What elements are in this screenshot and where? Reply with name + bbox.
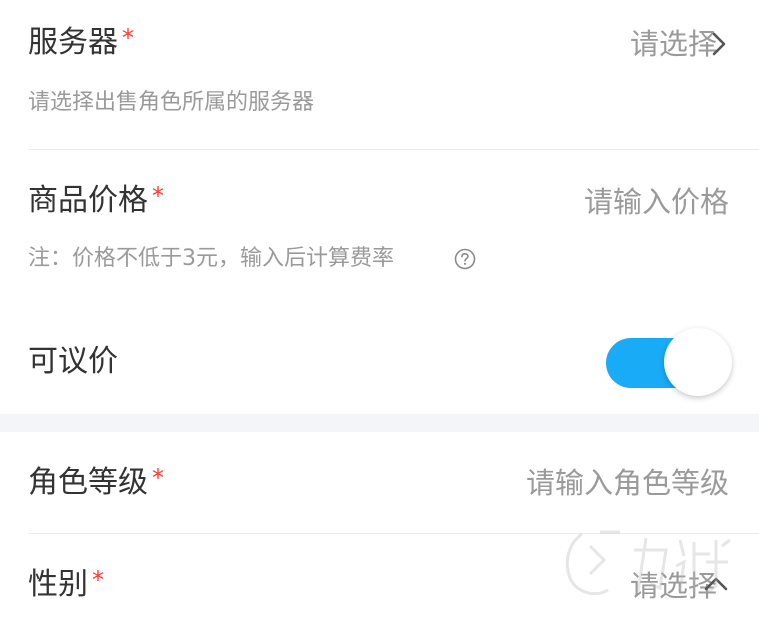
required-mark: * — [152, 182, 164, 210]
negotiable-label: 可议价 — [28, 344, 118, 379]
required-mark: * — [92, 566, 104, 594]
watermark-logo — [565, 530, 731, 595]
price-label: 商品价格 * — [28, 183, 164, 218]
negotiable-row: 可议价 — [0, 310, 759, 414]
level-label: 角色等级 * — [28, 465, 164, 500]
server-row[interactable]: 服务器 * 请选择 请选择出售角色所属的服务器 — [0, 0, 759, 150]
required-mark: * — [152, 464, 164, 492]
level-row[interactable]: 角色等级 * 请输入角色等级 — [0, 432, 759, 534]
server-label-text: 服务器 — [28, 25, 118, 60]
server-select-value[interactable]: 请选择 — [630, 30, 717, 59]
required-mark: * — [122, 24, 134, 52]
price-hint: 注：价格不低于3元，输入后计算费率 — [28, 246, 394, 271]
server-label: 服务器 * — [28, 25, 134, 60]
level-label-text: 角色等级 — [28, 465, 148, 500]
price-row[interactable]: 商品价格 * 请输入价格 注：价格不低于3元，输入后计算费率 — [0, 150, 759, 310]
chevron-right-icon[interactable] — [711, 31, 727, 57]
negotiable-toggle[interactable] — [606, 328, 734, 396]
section-separator — [0, 414, 759, 432]
price-input[interactable]: 请输入价格 — [584, 188, 729, 217]
price-label-text: 商品价格 — [28, 183, 148, 218]
gender-label: 性别 * — [28, 567, 104, 602]
toggle-knob — [664, 328, 732, 396]
server-hint: 请选择出售角色所属的服务器 — [28, 90, 315, 115]
question-circle-icon[interactable] — [454, 248, 476, 270]
level-input[interactable]: 请输入角色等级 — [526, 469, 729, 498]
gender-label-text: 性别 — [28, 567, 88, 602]
